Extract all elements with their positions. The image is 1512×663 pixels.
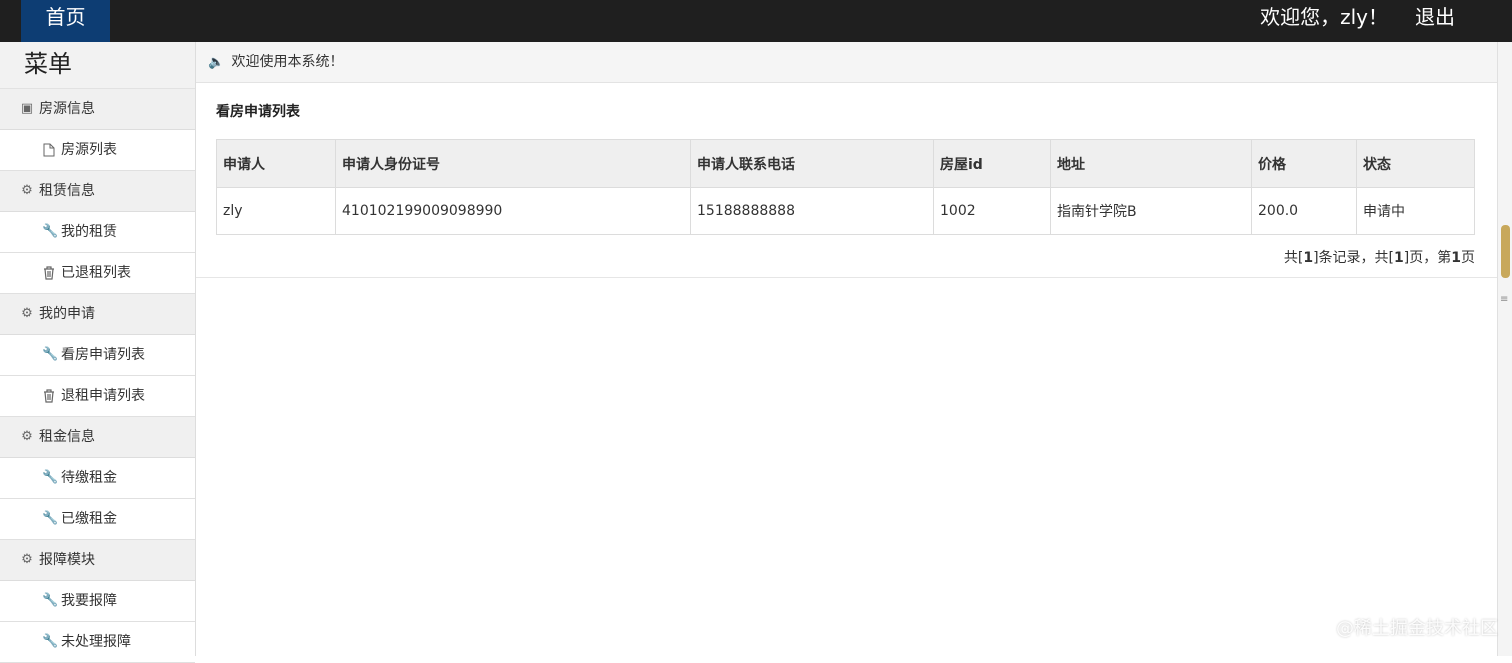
wrench-icon: 🔧 [42,347,59,362]
menu-group-label: 租金信息 [39,429,95,445]
wrench-icon: 🔧 [42,470,59,485]
pager-total-records: 1 [1303,250,1314,266]
welcome-user-text: 欢迎您，zly！ [1260,5,1388,29]
menu-item-viewing-applications[interactable]: 🔧 看房申请列表 [0,335,195,376]
menu-group-label: 租赁信息 [39,183,95,199]
trash-icon [42,389,56,403]
menu-item-label: 我的租赁 [61,224,117,240]
menu-item-my-lease[interactable]: 🔧 我的租赁 [0,212,195,253]
table-row: zly 410102199009098990 15188888888 1002 … [216,187,1475,235]
menu-item-label: 未处理报障 [61,634,131,650]
cell-status: 申请中 [1356,187,1475,235]
col-house-id: 房屋id [933,139,1051,188]
menu-group-my-applications[interactable]: ⚙ 我的申请 [0,294,195,335]
pager-mid: ]条记录，共[ [1313,250,1395,266]
gear-icon: ⚙ [21,552,33,567]
logout-link[interactable]: 退出 [1415,0,1455,34]
menu-item-label: 退租申请列表 [61,388,145,404]
menu-group-house-info[interactable]: ▣ 房源信息 [0,89,195,130]
sidebar-menu: 菜单 ▣ 房源信息 房源列表 ⚙ 租赁信息 🔧 我的租赁 已退租列表 ⚙ 我的申… [0,42,196,663]
menu-item-label: 房源列表 [61,142,117,158]
home-tab[interactable]: 首页 [21,0,110,42]
scroll-grip-icon: ≡ [1500,294,1509,305]
col-phone: 申请人联系电话 [690,139,934,188]
menu-item-label: 已缴租金 [61,511,117,527]
menu-group-label: 报障模块 [39,552,95,568]
top-navbar: 首页 欢迎您，zly！ 退出 [0,0,1512,42]
main-content: 🔈 欢迎使用本系统！ 看房申请列表 申请人 申请人身份证号 申请人联系电话 房屋… [196,42,1497,656]
watermark-text: @稀土掘金技术社区 [1336,618,1498,639]
notice-bar: 🔈 欢迎使用本系统！ [196,42,1497,83]
col-applicant: 申请人 [216,139,336,188]
menu-title: 菜单 [0,42,195,89]
cell-applicant: zly [216,187,336,235]
cell-house-id: 1002 [933,187,1051,235]
scroll-thumb[interactable] [1501,225,1510,278]
menu-item-unhandled-faults[interactable]: 🔧 未处理报障 [0,622,195,663]
gear-icon: ⚙ [21,429,33,444]
cell-price: 200.0 [1251,187,1357,235]
wrench-icon: 🔧 [42,593,59,608]
menu-item-house-list[interactable]: 房源列表 [0,130,195,171]
application-list-panel: 看房申请列表 申请人 申请人身份证号 申请人联系电话 房屋id 地址 价格 状态… [196,83,1497,278]
pager-current-page: 1 [1451,250,1461,266]
cell-id-number: 410102199009098990 [335,187,691,235]
menu-item-report-fault[interactable]: 🔧 我要报障 [0,581,195,622]
gear-icon: ⚙ [21,183,33,198]
menu-item-rent-paid[interactable]: 🔧 已缴租金 [0,499,195,540]
col-status: 状态 [1356,139,1475,188]
menu-item-label: 看房申请列表 [61,347,145,363]
menu-item-checkout-applications[interactable]: 退租申请列表 [0,376,195,417]
wrench-icon: 🔧 [42,511,59,526]
menu-item-label: 我要报障 [61,593,117,609]
pagination-info: 共[1]条记录，共[1]页，第1页 [1284,247,1475,267]
table-header-row: 申请人 申请人身份证号 申请人联系电话 房屋id 地址 价格 状态 [216,139,1475,188]
menu-group-lease-info[interactable]: ⚙ 租赁信息 [0,171,195,212]
gear-icon: ⚙ [21,306,33,321]
notice-text: 欢迎使用本系统！ [231,54,344,70]
wrench-icon: 🔧 [42,224,59,239]
speaker-icon: 🔈 [208,55,225,70]
pager-total-pages: 1 [1394,250,1404,266]
menu-item-rent-due[interactable]: 🔧 待缴租金 [0,458,195,499]
section-title: 看房申请列表 [216,104,300,120]
pager-suffix: 页 [1461,250,1475,266]
menu-group-fault-report[interactable]: ⚙ 报障模块 [0,540,195,581]
col-id-number: 申请人身份证号 [335,139,691,188]
menu-item-label: 待缴租金 [61,470,117,486]
cell-phone: 15188888888 [690,187,934,235]
col-address: 地址 [1050,139,1252,188]
menu-item-returned-list[interactable]: 已退租列表 [0,253,195,294]
col-price: 价格 [1251,139,1357,188]
menu-group-rent-info[interactable]: ⚙ 租金信息 [0,417,195,458]
building-icon: ▣ [20,101,34,116]
page-scrollbar[interactable]: ≡ [1497,42,1512,656]
file-icon [42,143,56,157]
application-table: 申请人 申请人身份证号 申请人联系电话 房屋id 地址 价格 状态 zly 41… [216,139,1475,235]
menu-item-label: 已退租列表 [61,265,131,281]
menu-group-label: 我的申请 [39,306,95,322]
pager-mid2: ]页，第 [1403,250,1452,266]
menu-group-label: 房源信息 [39,101,95,117]
trash-icon [42,266,56,280]
pager-prefix: 共[ [1283,250,1304,266]
wrench-icon: 🔧 [42,634,59,649]
cell-address: 指南针学院B [1050,187,1252,235]
